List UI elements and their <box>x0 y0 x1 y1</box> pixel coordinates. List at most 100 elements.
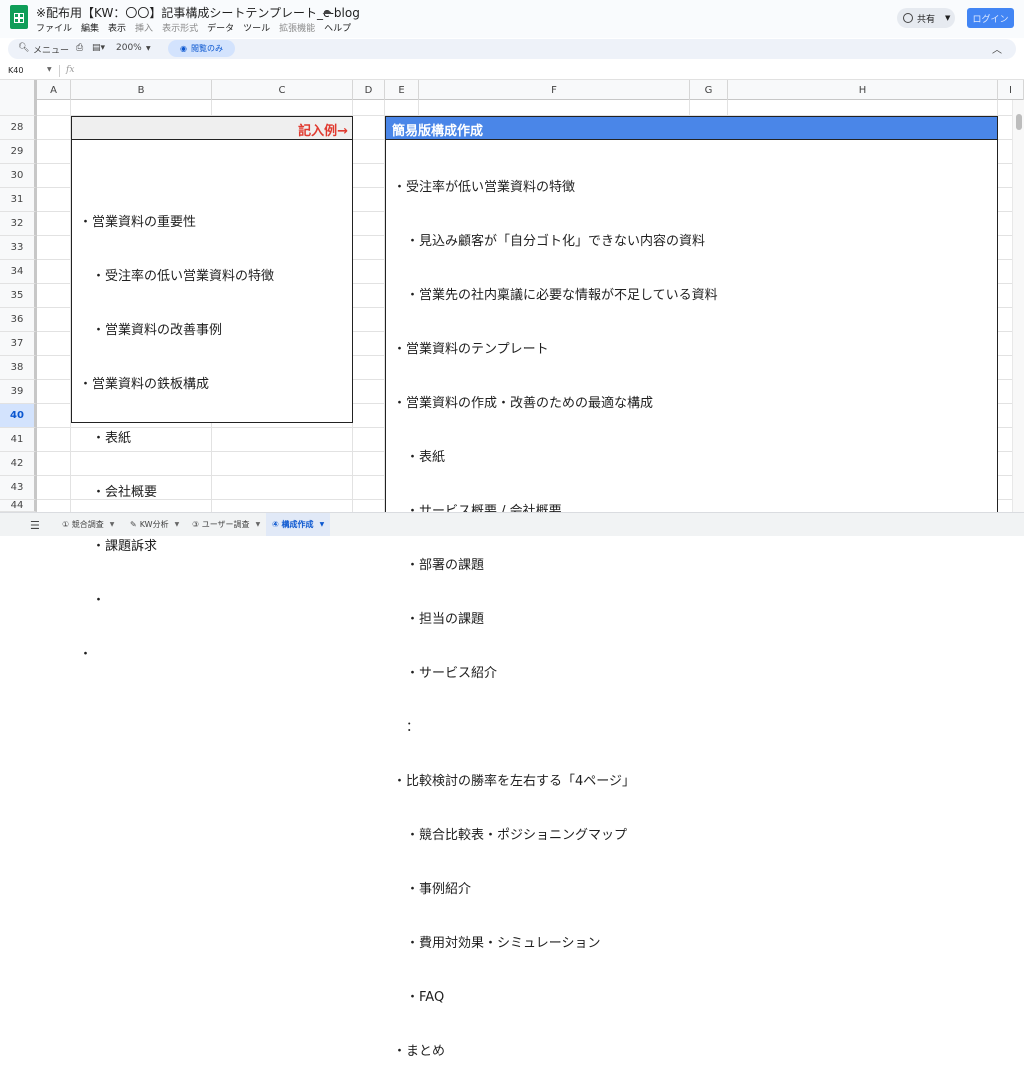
column-header-a[interactable]: A <box>37 80 71 100</box>
example-content-cell[interactable]: ・営業資料の重要性 ・受注率の低い営業資料の特徴 ・営業資料の改善事例 ・営業資… <box>71 140 353 662</box>
list-item: ・表紙 <box>79 431 132 446</box>
row-header-28[interactable]: 28 <box>0 116 37 140</box>
list-item: ・ <box>79 647 93 662</box>
list-item: ・事例紹介 <box>393 882 472 897</box>
sheet-tab-competitor-research[interactable]: ① 競合調査 ▼ <box>56 513 120 536</box>
list-item: ・まとめ <box>393 1044 446 1059</box>
example-outline: ・営業資料の重要性 ・受注率の低い営業資料の特徴 ・営業資料の改善事例 ・営業資… <box>79 178 274 700</box>
chevron-down-icon: ▼ <box>146 45 151 52</box>
example-label: 記入例→ <box>298 124 348 139</box>
list-item: ・表紙 <box>393 450 446 465</box>
column-header-f[interactable]: F <box>419 80 690 100</box>
select-all-corner[interactable] <box>0 80 37 100</box>
column-header-h[interactable]: H <box>728 80 998 100</box>
row-header-32[interactable]: 32 <box>0 212 37 236</box>
view-only-label: 閲覧のみ <box>190 44 223 53</box>
column-header-c[interactable]: C <box>212 80 353 100</box>
list-item: ・営業資料の改善事例 <box>79 323 223 338</box>
list-item: ・営業資料の鉄板構成 <box>79 377 210 392</box>
row-header-34[interactable]: 34 <box>0 260 37 284</box>
list-item: ・比較検討の勝率を左右する「4ページ」 <box>393 774 636 789</box>
row-header[interactable] <box>0 100 37 116</box>
cloud-status-icon[interactable]: ☁ <box>322 6 332 17</box>
example-header-cell[interactable]: 記入例→ <box>71 116 353 140</box>
column-header-g[interactable]: G <box>690 80 728 100</box>
chevron-down-icon: ▼ <box>319 521 325 528</box>
list-item: ・営業資料の重要性 <box>79 215 197 230</box>
list-item: ・競合比較表・ポジショニングマップ <box>393 828 628 843</box>
column-header-e[interactable]: E <box>385 80 419 100</box>
chevron-down-icon: ▼ <box>109 521 115 528</box>
list-item: ・受注率の低い営業資料の特徴 <box>79 269 275 284</box>
sheet-tab-user-research[interactable]: ③ ユーザー調査 ▼ <box>186 513 266 536</box>
chevron-up-icon[interactable]: ︿ <box>992 41 1002 56</box>
row-header-31[interactable]: 31 <box>0 188 37 212</box>
sheet-tab-label: KW分析 <box>139 520 169 529</box>
simple-outline-header-cell[interactable]: 簡易版構成作成 <box>385 116 998 140</box>
menus-label[interactable]: メニュー <box>33 43 69 56</box>
name-box[interactable]: K40 <box>8 66 23 75</box>
sheet-tab-kw-analysis[interactable]: ✎ KW分析 ▼ <box>124 513 185 536</box>
simple-outline-content-cell[interactable]: ・受注率が低い営業資料の特徴 ・見込み顧客が「自分ゴト化」できない内容の資料 ・… <box>385 140 998 1059</box>
sheet-tab-label: ③ ユーザー調査 <box>192 520 250 529</box>
fx-icon: fx <box>66 65 75 75</box>
app-header: ※配布用【KW：〇〇】記事構成シートテンプレート_c-blog ☁ ファイル 編… <box>0 0 1024 38</box>
column-header-b[interactable]: B <box>71 80 212 100</box>
all-sheets-menu-icon[interactable]: ☰ <box>30 519 40 532</box>
list-item: ： <box>393 720 420 735</box>
menu-insert[interactable]: 挿入 <box>135 21 153 34</box>
chevron-down-icon: ▼ <box>945 14 951 22</box>
eye-icon: ◉ <box>180 44 187 53</box>
list-item: ・部署の課題 <box>393 558 485 573</box>
row-header-36[interactable]: 36 <box>0 308 37 332</box>
menu-help[interactable]: ヘルプ <box>324 21 351 34</box>
menu-view[interactable]: 表示 <box>108 21 126 34</box>
print-icon[interactable]: ⎙ <box>76 43 83 53</box>
zoom-select[interactable]: 200% <box>116 43 142 53</box>
scrollbar-thumb[interactable] <box>1016 114 1022 130</box>
menu-extensions[interactable]: 拡張機能 <box>279 21 315 34</box>
list-item: ・課題訴求 <box>79 539 158 554</box>
view-mode-icon[interactable]: ▤▾ <box>92 43 105 53</box>
row-header-41[interactable]: 41 <box>0 428 37 452</box>
list-item: ・見込み顧客が「自分ゴト化」できない内容の資料 <box>393 234 706 249</box>
column-headers: A B C D E F G H I <box>0 80 1024 100</box>
sheet-tab-outline-creation[interactable]: ④ 構成作成 ▼ <box>266 513 331 536</box>
login-button[interactable]: ログイン <box>967 8 1014 28</box>
document-title[interactable]: ※配布用【KW：〇〇】記事構成シートテンプレート_c-blog <box>36 4 360 21</box>
row-header-40-selected[interactable]: 40 <box>0 404 37 428</box>
list-item: ・営業先の社内稟議に必要な情報が不足している資料 <box>393 288 718 303</box>
view-only-badge[interactable]: ◉ 閲覧のみ <box>168 40 235 57</box>
column-header-i[interactable]: I <box>998 80 1024 100</box>
row-header-42[interactable]: 42 <box>0 452 37 476</box>
list-item: ・ <box>79 593 106 608</box>
menu-format[interactable]: 表示形式 <box>162 21 198 34</box>
chevron-down-icon[interactable]: ▼ <box>47 66 52 73</box>
menu-tools[interactable]: ツール <box>243 21 270 34</box>
list-item: ・営業資料のテンプレート <box>393 342 549 357</box>
sheets-logo-icon[interactable] <box>10 5 28 29</box>
simple-outline: ・受注率が低い営業資料の特徴 ・見込み顧客が「自分ゴト化」できない内容の資料 ・… <box>393 143 718 1072</box>
row-header-44[interactable]: 44 <box>0 500 37 512</box>
share-button[interactable]: 共有 ▼ <box>897 8 955 28</box>
chevron-down-icon: ▼ <box>174 521 180 528</box>
column-header-d[interactable]: D <box>353 80 385 100</box>
menu-data[interactable]: データ <box>207 21 234 34</box>
row-header-29[interactable]: 29 <box>0 140 37 164</box>
search-icon[interactable]: 🔍︎ <box>18 43 29 53</box>
row-header-35[interactable]: 35 <box>0 284 37 308</box>
row-header-39[interactable]: 39 <box>0 380 37 404</box>
row-header-33[interactable]: 33 <box>0 236 37 260</box>
menu-file[interactable]: ファイル <box>36 21 72 34</box>
row-header-30[interactable]: 30 <box>0 164 37 188</box>
chevron-down-icon: ▼ <box>255 521 261 528</box>
row-header-38[interactable]: 38 <box>0 356 37 380</box>
row-header-43[interactable]: 43 <box>0 476 37 500</box>
list-item: ・費用対効果・シミュレーション <box>393 936 601 951</box>
row-header-37[interactable]: 37 <box>0 332 37 356</box>
vertical-scrollbar[interactable] <box>1012 100 1024 512</box>
menu-edit[interactable]: 編集 <box>81 21 99 34</box>
share-label: 共有 <box>917 14 936 25</box>
sheet-tabs-bar: ☰ ① 競合調査 ▼ ✎ KW分析 ▼ ③ ユーザー調査 ▼ ④ 構成作成 ▼ <box>0 512 1024 536</box>
pencil-icon: ✎ <box>130 520 137 529</box>
